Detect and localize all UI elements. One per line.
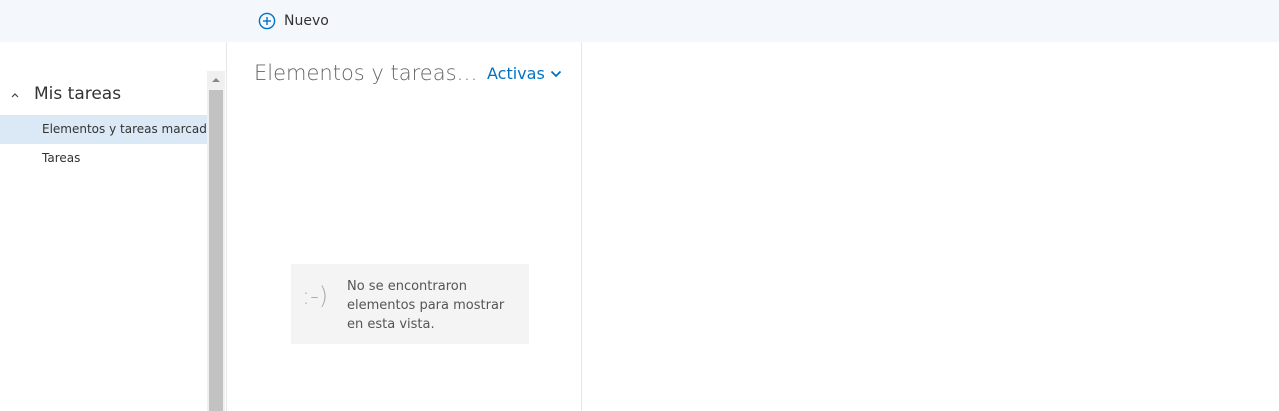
- my-tasks-label: Mis tareas: [34, 84, 122, 104]
- command-bar: Nuevo: [0, 0, 1279, 42]
- task-list-pane: Elementos y tareas marcados Activas :-) …: [228, 42, 582, 411]
- chevron-up-icon[interactable]: [9, 89, 21, 101]
- folder-pane: Mis tareas Elementos y tareas marcados T…: [0, 42, 227, 411]
- empty-state: :-) No se encontraron elementos para mos…: [291, 264, 529, 344]
- scroll-thumb[interactable]: [209, 90, 223, 411]
- sidebar-item-flagged[interactable]: Elementos y tareas marcados: [0, 115, 207, 144]
- sidebar-item-tasks[interactable]: Tareas: [0, 144, 207, 173]
- list-title: Elementos y tareas marcados: [254, 61, 478, 85]
- filter-dropdown[interactable]: Activas: [487, 61, 562, 87]
- empty-face-icon: :-): [302, 282, 329, 310]
- sidebar-scrollbar[interactable]: [207, 71, 225, 411]
- filter-label: Activas: [487, 64, 545, 83]
- empty-message: No se encontraron elementos para mostrar…: [347, 279, 505, 332]
- scroll-up-arrow-icon[interactable]: [207, 71, 225, 88]
- plus-circle-icon: [258, 12, 276, 30]
- reading-pane: [583, 42, 1279, 411]
- new-button-label: Nuevo: [284, 13, 329, 29]
- chevron-down-icon: [550, 70, 561, 78]
- my-tasks-group-header[interactable]: Mis tareas: [0, 82, 207, 108]
- new-button[interactable]: Nuevo: [258, 10, 329, 32]
